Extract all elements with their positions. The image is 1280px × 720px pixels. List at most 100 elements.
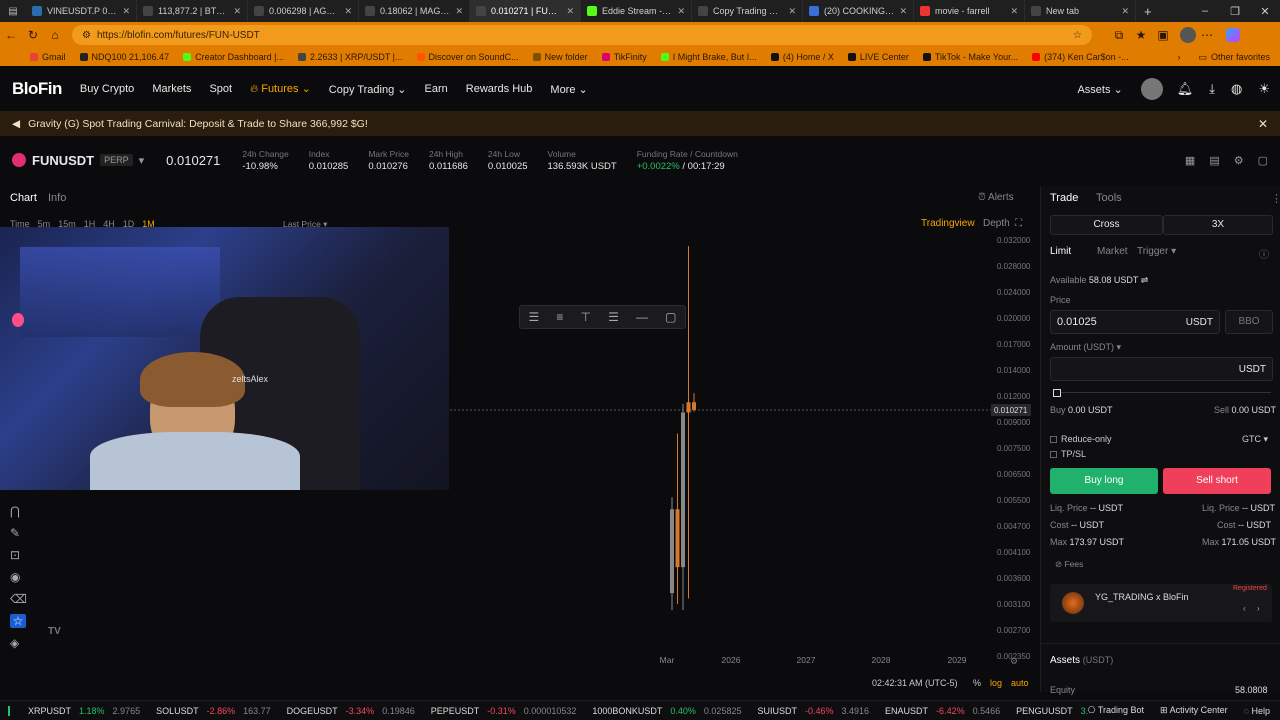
guide-icon[interactable]: ▢ xyxy=(1258,154,1268,167)
browser-tab[interactable]: movie - farrell ✕ xyxy=(914,0,1025,22)
nav-item-markets[interactable]: Markets xyxy=(152,83,191,95)
settings-icon[interactable]: ⚙ xyxy=(1234,154,1244,167)
fees-link[interactable]: ⊘ Fees xyxy=(1055,559,1083,570)
bookmark-item[interactable]: (374) Ken Car$on -... xyxy=(1032,52,1129,62)
bookmarks-overflow-icon[interactable]: › xyxy=(1177,52,1180,62)
pencil-icon[interactable]: ✎ xyxy=(10,526,27,540)
bell-icon[interactable]: 🔔︎ xyxy=(1177,81,1194,97)
log-scale-toggle[interactable]: log xyxy=(990,678,1002,688)
sell-short-button[interactable]: Sell short xyxy=(1163,468,1271,494)
promo-card[interactable]: YG_TRADING x BloFin Registered ‹ › xyxy=(1050,584,1272,622)
browser-tab[interactable]: 0.006298 | AGT/USD✕ xyxy=(248,0,359,22)
help-icon[interactable]: ⓘ xyxy=(1259,246,1269,261)
nav-item-buy-crypto[interactable]: Buy Crypto xyxy=(80,83,134,95)
ticker-item[interactable]: ENAUSDT -6.42% 0.5466 xyxy=(885,706,1000,716)
fullscreen-icon[interactable]: ⛶ xyxy=(1015,218,1022,229)
tab-close-icon[interactable]: ✕ xyxy=(677,6,685,17)
tab-close-icon[interactable]: ✕ xyxy=(233,6,241,17)
blofin-logo[interactable]: BloFin xyxy=(12,79,62,99)
bookmark-item[interactable]: TikFinity xyxy=(601,52,647,62)
browser-tab[interactable]: (20) COOKING - W ✕ xyxy=(803,0,914,22)
nav-item-futures[interactable]: 🔥︎ Futures ⌄ xyxy=(250,82,311,96)
symbol-dropdown-icon[interactable]: ▾ xyxy=(139,154,145,167)
globe-icon[interactable]: ◍ xyxy=(1231,81,1242,97)
theme-toggle-icon[interactable]: ☀ xyxy=(1258,81,1270,97)
ticker-item[interactable]: XRPUSDT 1.18% 2.9765 xyxy=(28,706,140,716)
tab-close-icon[interactable]: ✕ xyxy=(566,6,574,17)
text-tool-icon[interactable]: ⊤ xyxy=(581,310,591,324)
promo-next-icon[interactable]: › xyxy=(1257,604,1260,613)
align-justify-icon[interactable]: ☰ xyxy=(608,310,619,324)
layout-icon[interactable]: ▦ xyxy=(1185,154,1195,167)
tab-close-icon[interactable]: ✕ xyxy=(455,6,463,17)
panel-more-icon[interactable]: ⋮ xyxy=(1271,192,1280,205)
tif-selector[interactable]: GTC ▾ xyxy=(1242,434,1268,445)
browser-tab[interactable]: Copy Trading Deta ✕ xyxy=(692,0,803,22)
bbo-button[interactable]: BBO xyxy=(1225,310,1273,334)
star-icon[interactable]: ☆ xyxy=(1073,30,1082,41)
browser-tab[interactable]: 0.18062 | MAGIC/U ✕ xyxy=(359,0,470,22)
more-menu-icon[interactable]: ⋯ xyxy=(1196,28,1218,42)
assets-menu[interactable]: Assets ⌄ xyxy=(1077,83,1122,96)
calculator-icon[interactable]: ▤ xyxy=(1209,154,1219,167)
bookmark-item[interactable]: (4) Home / X xyxy=(770,52,834,62)
bookmark-item[interactable]: New folder xyxy=(532,52,588,62)
reload-icon[interactable]: ↻ xyxy=(22,28,44,42)
ticker-item[interactable]: DOGEUSDT -3.34% 0.19846 xyxy=(287,706,415,716)
ticker-item[interactable]: PENGUUSDT3.79%0.0 xyxy=(1016,706,1088,716)
tab-chart[interactable]: Chart xyxy=(10,192,37,204)
tab-close-icon[interactable]: ✕ xyxy=(1010,6,1018,17)
tab-close-icon[interactable]: ✕ xyxy=(899,6,907,17)
bookmark-item[interactable]: Gmail xyxy=(30,52,66,62)
close-window-icon[interactable]: ✕ xyxy=(1250,5,1280,18)
banner-close-icon[interactable]: ✕ xyxy=(1258,117,1268,131)
bookmark-item[interactable]: Creator Dashboard |... xyxy=(183,52,284,62)
price-input[interactable]: 0.01025 USDT xyxy=(1050,310,1220,334)
tab-close-icon[interactable]: ✕ xyxy=(788,6,796,17)
home-icon[interactable]: ⌂ xyxy=(44,28,66,42)
nav-item-more[interactable]: More ⌄ xyxy=(550,83,587,96)
help-link[interactable]: ◌ Help xyxy=(1244,706,1270,716)
tab-close-icon[interactable]: ✕ xyxy=(1121,6,1129,17)
bookmark-item[interactable]: TikTok - Make Your... xyxy=(922,52,1018,62)
trading-bot-link[interactable]: ⎔ Trading Bot xyxy=(1088,705,1144,716)
ticker-item[interactable]: 1000BONKUSDT 0.40% 0.025825 xyxy=(592,706,741,716)
layers-icon[interactable]: ◈ xyxy=(10,636,27,650)
tab-close-icon[interactable]: ✕ xyxy=(344,6,352,17)
leverage-selector[interactable]: 3X xyxy=(1163,215,1273,235)
trash-icon[interactable]: ⌫ xyxy=(10,592,27,606)
symbol-name[interactable]: FUNUSDT xyxy=(32,153,94,168)
nav-item-rewards-hub[interactable]: Rewards Hub xyxy=(466,83,533,95)
rectangle-tool-icon[interactable]: ▢ xyxy=(665,310,676,324)
tab-trade[interactable]: Trade xyxy=(1050,192,1078,204)
site-info-icon[interactable]: ⚙ xyxy=(82,30,91,41)
amount-label[interactable]: Amount (USDT) ▾ xyxy=(1050,342,1121,353)
buy-long-button[interactable]: Buy long xyxy=(1050,468,1158,494)
order-type-market[interactable]: Market xyxy=(1097,246,1128,257)
percent-scale-toggle[interactable]: % xyxy=(973,678,981,688)
tab-info[interactable]: Info xyxy=(48,192,66,204)
browser-tab[interactable]: 0.010271 | FUN/US ✕ xyxy=(470,0,581,22)
nav-item-earn[interactable]: Earn xyxy=(425,83,448,95)
activity-center-link[interactable]: ⊞ Activity Center xyxy=(1160,705,1228,716)
extensions-icon[interactable]: ⧉ xyxy=(1108,28,1130,43)
order-type-trigger[interactable]: Trigger ▾ xyxy=(1137,246,1176,257)
bookmark-item[interactable]: NDQ100 21,106.47 xyxy=(79,52,169,62)
ticker-item[interactable]: PEPEUSDT -0.31% 0.000010532 xyxy=(431,706,577,716)
magnet-icon[interactable]: ⋂ xyxy=(10,504,27,518)
favorites-icon[interactable]: ★ xyxy=(1130,28,1152,42)
bookmark-item[interactable]: I Might Brake, But I... xyxy=(660,52,757,62)
nav-item-copy-trading[interactable]: Copy Trading ⌄ xyxy=(329,83,407,96)
align-center-icon[interactable]: ≡ xyxy=(556,310,563,324)
nav-item-spot[interactable]: Spot xyxy=(209,83,232,95)
lock-icon[interactable]: ⊡ xyxy=(10,548,27,562)
axis-settings-icon[interactable]: ⚙ xyxy=(1010,656,1018,666)
copilot-icon[interactable] xyxy=(1226,28,1240,42)
bookmark-item[interactable]: LIVE Center xyxy=(847,52,909,62)
banner-text[interactable]: Gravity (G) Spot Trading Carnival: Depos… xyxy=(28,118,368,130)
margin-mode-selector[interactable]: Cross xyxy=(1050,215,1163,235)
ticker-item[interactable]: SOLUSDT -2.86% 163.77 xyxy=(156,706,271,716)
line-tool-icon[interactable]: — xyxy=(636,310,648,324)
tab-tradingview[interactable]: Tradingview xyxy=(921,218,975,229)
transfer-icon[interactable]: ⇌ xyxy=(1141,275,1149,285)
